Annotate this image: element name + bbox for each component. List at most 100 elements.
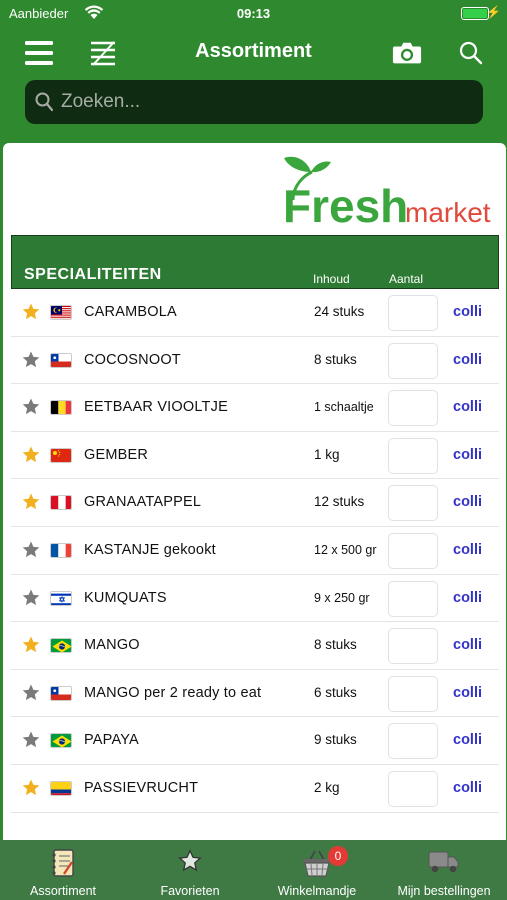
quantity-input[interactable] <box>388 580 438 617</box>
product-content: 12 x 500 gr <box>314 542 377 557</box>
favorite-star-filled-icon[interactable] <box>21 635 41 655</box>
product-content: 12 stuks <box>314 494 365 510</box>
product-row[interactable]: KUMQUATS 9 x 250 gr colli <box>11 575 499 623</box>
flag-brazil-icon <box>50 733 72 749</box>
search-input[interactable] <box>61 88 461 116</box>
favorite-star-filled-icon[interactable] <box>21 778 41 798</box>
unit-link[interactable]: colli <box>453 399 482 415</box>
tab-label: Assortiment <box>30 884 96 898</box>
tab-assortiment[interactable]: Assortiment <box>0 840 126 900</box>
unit-link[interactable]: colli <box>453 780 482 796</box>
favorite-star-icon[interactable] <box>21 730 41 750</box>
product-name: MANGO <box>84 637 140 654</box>
product-content: 2 kg <box>314 779 340 795</box>
product-name: CARAMBOLA <box>84 304 177 320</box>
product-row[interactable]: MANGO 8 stuks colli <box>11 622 499 670</box>
quantity-input[interactable] <box>388 390 438 427</box>
product-row[interactable]: CARAMBOLA 24 stuks colli <box>11 289 499 337</box>
unit-link[interactable]: colli <box>453 542 482 558</box>
favorite-star-icon[interactable] <box>21 397 41 417</box>
unit-link[interactable]: colli <box>453 352 482 368</box>
favorite-star-filled-icon[interactable] <box>21 492 41 512</box>
search-field-icon <box>35 92 53 112</box>
quantity-input[interactable] <box>388 675 438 712</box>
camera-button[interactable] <box>392 38 422 68</box>
flag-belgium-icon <box>50 400 72 416</box>
product-list-card: Fresh market SPECIALITEITEN Inhoud Aanta… <box>3 143 506 840</box>
tab-label: Favorieten <box>160 884 220 898</box>
flag-israel-icon <box>50 590 72 606</box>
quantity-input[interactable] <box>388 295 438 331</box>
svg-text:Fresh: Fresh <box>283 180 408 232</box>
product-name: EETBAAR VIOOLTJE <box>84 399 228 416</box>
unit-link[interactable]: colli <box>453 590 482 606</box>
product-row[interactable]: KASTANJE gekookt 12 x 500 gr colli <box>11 527 499 575</box>
product-rows: CARAMBOLA 24 stuks colli COCOSNOOT 8 stuks co… <box>11 289 499 813</box>
section-header: SPECIALITEITEN Inhoud Aantal <box>11 235 499 289</box>
search-bar[interactable] <box>25 80 483 124</box>
charging-icon: ⚡ <box>486 5 501 19</box>
flag-peru-icon <box>50 495 72 511</box>
product-row[interactable]: PASSIEVRUCHT 2 kg colli <box>11 765 499 813</box>
battery-icon <box>461 7 489 20</box>
product-row[interactable]: GRANAATAPPEL 12 stuks colli <box>11 479 499 527</box>
product-name: GRANAATAPPEL <box>84 494 202 511</box>
unit-link[interactable]: colli <box>453 637 482 653</box>
product-content: 6 stuks <box>314 684 357 700</box>
quantity-input[interactable] <box>388 437 438 474</box>
notebook-icon <box>52 849 74 877</box>
flag-brazil-icon <box>50 638 72 654</box>
flag-colombia-icon <box>50 780 72 796</box>
quantity-input[interactable] <box>388 770 438 807</box>
product-name: MANGO per 2 ready to eat <box>84 684 262 701</box>
flag-france-icon <box>50 542 72 558</box>
camera-icon <box>392 42 422 64</box>
product-row[interactable]: GEMBER 1 kg colli <box>11 432 499 480</box>
quantity-input[interactable] <box>388 723 438 760</box>
unit-link[interactable]: colli <box>453 732 482 748</box>
truck-icon <box>428 851 459 873</box>
page-title: Assortiment <box>195 40 312 62</box>
product-name: GEMBER <box>84 446 149 463</box>
favorite-star-icon[interactable] <box>21 540 41 560</box>
product-content: 9 x 250 gr <box>314 590 370 605</box>
nav-bar: Assortiment <box>0 28 507 76</box>
product-name: PASSIEVRUCHT <box>84 779 199 796</box>
product-row[interactable]: EETBAAR VIOOLTJE 1 schaaltje colli <box>11 384 499 432</box>
product-content: 24 stuks <box>314 304 365 319</box>
cart-count-badge: 0 <box>328 846 348 866</box>
quantity-input[interactable] <box>388 485 438 522</box>
favorite-star-icon[interactable] <box>21 350 41 370</box>
quantity-input[interactable] <box>388 628 438 665</box>
favorite-star-filled-icon[interactable] <box>21 445 41 465</box>
product-content: 8 stuks <box>314 637 357 653</box>
unit-link[interactable]: colli <box>453 304 482 320</box>
product-name: KASTANJE gekookt <box>84 541 216 558</box>
tab-label: Mijn bestellingen <box>397 884 491 898</box>
tab-mijn-bestellingen[interactable]: Mijn bestellingen <box>381 840 507 900</box>
product-name: PAPAYA <box>84 732 139 749</box>
flag-china-icon <box>50 447 72 463</box>
column-header-aantal: Aantal <box>389 272 424 286</box>
search-button[interactable] <box>456 38 486 68</box>
unit-link[interactable]: colli <box>453 494 482 510</box>
unit-link[interactable]: colli <box>453 447 482 463</box>
tab-winkelmandje[interactable]: Winkelmandje <box>254 840 380 900</box>
favorite-star-icon[interactable] <box>21 683 41 703</box>
tab-favorieten[interactable]: Favorieten <box>127 840 253 900</box>
product-row[interactable]: PAPAYA 9 stuks colli <box>11 717 499 765</box>
favorite-star-icon[interactable] <box>21 588 41 608</box>
product-row[interactable]: MANGO per 2 ready to eat 6 stuks colli <box>11 670 499 718</box>
quantity-input[interactable] <box>388 342 438 379</box>
product-content: 1 schaaltje <box>314 400 374 415</box>
freshmarket-logo: Fresh market <box>283 156 491 232</box>
search-icon <box>459 41 483 65</box>
clock: 09:13 <box>236 6 271 21</box>
flag-malaysia-icon <box>50 305 72 320</box>
tab-label: Winkelmandje <box>277 884 357 898</box>
product-row[interactable]: COCOSNOOT 8 stuks colli <box>11 337 499 385</box>
favorite-star-filled-icon[interactable] <box>21 302 41 322</box>
unit-link[interactable]: colli <box>453 685 482 701</box>
quantity-input[interactable] <box>388 532 438 569</box>
column-header-inhoud: Inhoud <box>313 272 350 286</box>
